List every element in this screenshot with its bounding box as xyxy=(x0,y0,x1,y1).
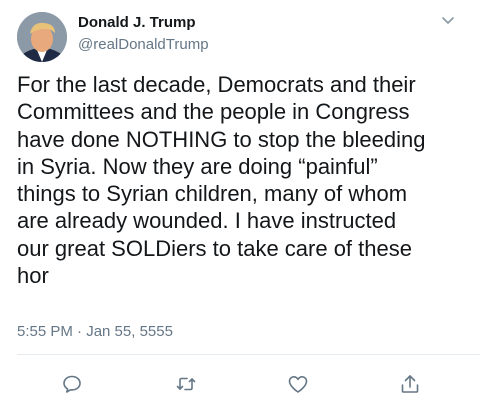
heart-icon xyxy=(288,376,308,393)
reply-icon xyxy=(63,375,81,393)
avatar-image xyxy=(17,12,67,62)
reply-button[interactable] xyxy=(60,372,84,396)
avatar[interactable] xyxy=(17,12,67,62)
share-button[interactable] xyxy=(398,372,422,396)
share-icon xyxy=(401,375,419,393)
tweet-card: Donald J. Trump @realDonaldTrump For the… xyxy=(0,0,480,410)
display-name[interactable]: Donald J. Trump xyxy=(78,14,196,31)
tweet-timestamp[interactable]: 5:55 PM · Jan 55, 5555 xyxy=(17,323,173,340)
retweet-button[interactable] xyxy=(174,372,198,396)
chevron-down-icon[interactable] xyxy=(440,14,456,28)
divider xyxy=(17,354,480,355)
tweet-text: For the last decade, Democrats and their… xyxy=(17,72,426,289)
like-button[interactable] xyxy=(286,372,310,396)
retweet-icon xyxy=(176,377,196,391)
user-handle[interactable]: @realDonaldTrump xyxy=(78,36,209,53)
